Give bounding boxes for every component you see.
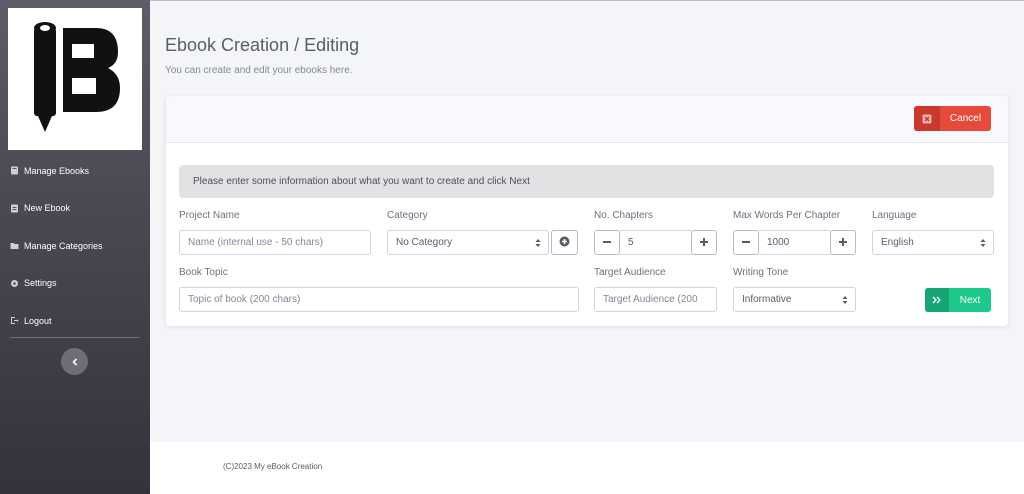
writing-tone-label: Writing Tone bbox=[733, 267, 789, 278]
sidebar-item-label: Logout bbox=[24, 315, 52, 326]
footer-copyright: (C)2023 My eBook Creation bbox=[223, 462, 323, 471]
chapters-label: No. Chapters bbox=[594, 210, 653, 221]
max-words-input[interactable]: 1000 bbox=[759, 230, 830, 255]
double-chevron-right-icon bbox=[925, 288, 949, 312]
page-title: Ebook Creation / Editing bbox=[165, 35, 360, 55]
minus-icon bbox=[602, 234, 612, 252]
next-button-label: Next bbox=[959, 294, 981, 306]
select-caret-icon bbox=[535, 238, 541, 251]
language-selected-value: English bbox=[881, 237, 914, 248]
chapters-input[interactable]: 5 bbox=[620, 230, 691, 255]
info-message: Please enter some information about what… bbox=[179, 165, 994, 198]
sidebar-item-manage-ebooks[interactable]: Manage Ebooks bbox=[0, 152, 150, 190]
next-button[interactable]: Next bbox=[925, 288, 991, 312]
select-caret-icon bbox=[842, 295, 848, 308]
sidebar-item-label: Manage Ebooks bbox=[24, 165, 90, 176]
folder-icon bbox=[10, 241, 19, 250]
sidebar-item-label: Manage Categories bbox=[24, 240, 103, 251]
sidebar: Manage Ebooks New Ebook Manage Categorie… bbox=[0, 0, 150, 494]
cancel-button-label: Cancel bbox=[949, 113, 982, 124]
writing-tone-selected-value: Informative bbox=[742, 294, 792, 305]
sidebar-collapse-button[interactable] bbox=[61, 348, 88, 375]
category-selected-value: No Category bbox=[396, 237, 453, 248]
chevron-left-icon bbox=[71, 353, 79, 371]
chapters-decrement-button[interactable] bbox=[594, 230, 620, 255]
writing-tone-select[interactable]: Informative bbox=[733, 287, 856, 312]
close-icon bbox=[914, 106, 940, 131]
add-category-button[interactable] bbox=[551, 230, 578, 255]
page-subtitle: You can create and edit your ebooks here… bbox=[165, 65, 353, 76]
chapters-increment-button[interactable] bbox=[691, 230, 717, 255]
minus-icon bbox=[741, 234, 751, 252]
sidebar-item-logout[interactable]: Logout bbox=[0, 302, 150, 340]
ebook-form-card: Cancel Please enter some information abo… bbox=[166, 96, 1008, 326]
sidebar-item-settings[interactable]: Settings bbox=[0, 265, 150, 303]
card-header: Cancel bbox=[166, 96, 1008, 143]
book-topic-input[interactable] bbox=[179, 287, 579, 312]
target-audience-input[interactable] bbox=[594, 287, 717, 312]
plus-icon bbox=[699, 234, 709, 252]
sidebar-item-label: New Ebook bbox=[24, 203, 71, 214]
max-words-decrement-button[interactable] bbox=[733, 230, 759, 255]
main-content: Ebook Creation / Editing You can create … bbox=[150, 0, 1024, 442]
project-name-input[interactable] bbox=[179, 230, 371, 255]
category-label: Category bbox=[387, 210, 428, 221]
book-icon bbox=[10, 166, 19, 175]
logout-icon bbox=[10, 316, 19, 325]
sidebar-nav: Manage Ebooks New Ebook Manage Categorie… bbox=[0, 152, 150, 340]
language-label: Language bbox=[872, 210, 917, 221]
category-select[interactable]: No Category bbox=[387, 230, 549, 255]
book-topic-label: Book Topic bbox=[179, 267, 228, 278]
logo[interactable] bbox=[8, 8, 142, 150]
sidebar-item-new-ebook[interactable]: New Ebook bbox=[0, 190, 150, 228]
target-audience-label: Target Audience bbox=[594, 267, 666, 278]
plus-circle-icon bbox=[559, 234, 570, 252]
sidebar-item-label: Settings bbox=[24, 278, 57, 289]
select-caret-icon bbox=[980, 238, 986, 251]
footer: (C)2023 My eBook Creation bbox=[150, 442, 1024, 494]
gear-icon bbox=[10, 279, 19, 288]
file-icon bbox=[10, 204, 19, 213]
max-words-increment-button[interactable] bbox=[830, 230, 856, 255]
cancel-button[interactable]: Cancel bbox=[914, 106, 991, 131]
max-words-label: Max Words Per Chapter bbox=[733, 210, 841, 221]
plus-icon bbox=[838, 234, 848, 252]
logo-graphic bbox=[34, 22, 120, 132]
sidebar-divider bbox=[10, 337, 140, 338]
project-name-label: Project Name bbox=[179, 210, 240, 221]
sidebar-item-manage-categories[interactable]: Manage Categories bbox=[0, 227, 150, 265]
language-select[interactable]: English bbox=[872, 230, 994, 255]
